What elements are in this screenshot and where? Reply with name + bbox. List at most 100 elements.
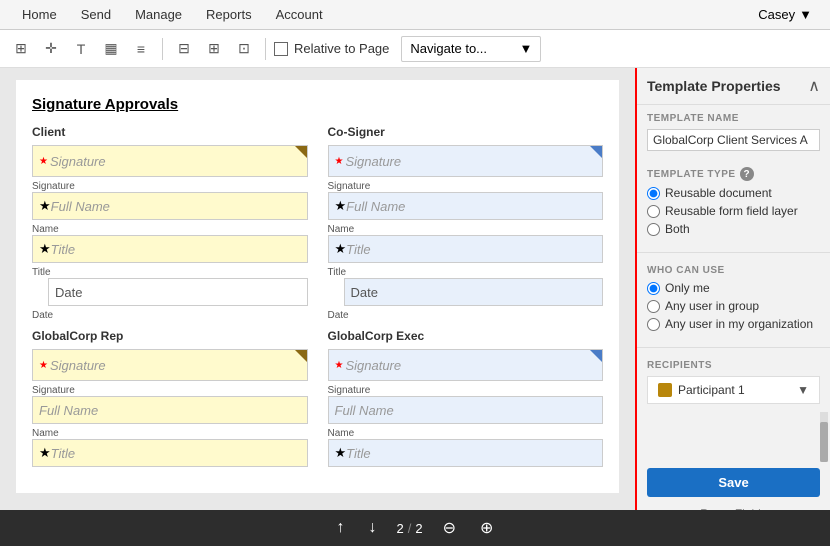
user-menu[interactable]: Casey ▼: [750, 0, 820, 30]
recipients-section: RECIPIENTS Participant 1 ▼: [637, 352, 830, 412]
cosigner-signature-field[interactable]: ★ Signature: [328, 145, 604, 177]
rep-fullname-field[interactable]: Full Name: [32, 396, 308, 424]
title-field-label: Title: [32, 267, 308, 278]
radio-any-group[interactable]: Any user in group: [647, 299, 820, 313]
required-star: ★: [335, 445, 347, 461]
signature-text: Signature: [50, 358, 106, 373]
relative-to-page-toggle[interactable]: Relative to Page: [274, 41, 389, 56]
radio-only-me-input[interactable]: [647, 282, 660, 295]
radio-reusable-form-input[interactable]: [647, 205, 660, 218]
toolbar-btn-6[interactable]: ⊟: [171, 36, 197, 62]
radio-any-group-input[interactable]: [647, 300, 660, 313]
radio-any-org[interactable]: Any user in my organization: [647, 317, 820, 331]
reset-fields-button[interactable]: Reset Fields: [647, 503, 820, 510]
document-inner: Signature Approvals Client ★ Signature S…: [16, 80, 619, 493]
template-name-label: TEMPLATE NAME: [647, 113, 820, 124]
nav-account[interactable]: Account: [264, 0, 335, 30]
required-star: ★: [335, 198, 347, 214]
panel-collapse-button[interactable]: ∧: [808, 76, 820, 96]
zoom-out-button[interactable]: ⊖: [439, 514, 460, 542]
participant-color-swatch: [658, 383, 672, 397]
title-text: Title: [51, 242, 75, 257]
scroll-indicator[interactable]: [820, 412, 828, 462]
radio-both-input[interactable]: [647, 223, 660, 236]
cosigner-title-field[interactable]: ★ Title: [328, 235, 604, 263]
required-star: ★: [39, 241, 51, 257]
current-page: 2: [397, 521, 404, 536]
save-button[interactable]: Save: [647, 468, 820, 497]
toolbar-btn-3[interactable]: T: [68, 36, 94, 62]
fullname-text: Full Name: [335, 403, 394, 418]
radio-any-org-label: Any user in my organization: [665, 317, 813, 331]
radio-reusable-doc-input[interactable]: [647, 187, 660, 200]
template-name-input[interactable]: [647, 129, 820, 151]
toolbar-btn-2[interactable]: ✛: [38, 36, 64, 62]
template-properties-panel: Template Properties ∧ TEMPLATE NAME TEMP…: [635, 68, 830, 510]
nav-reports[interactable]: Reports: [194, 0, 264, 30]
exec-title-field[interactable]: ★ Title: [328, 439, 604, 467]
date-field-label: Date: [32, 310, 308, 321]
client-label: Client: [32, 125, 308, 139]
date-field-label: Date: [328, 310, 604, 321]
client-signature-field[interactable]: ★ Signature: [32, 145, 308, 177]
participant-row[interactable]: Participant 1 ▼: [647, 376, 820, 404]
rep-title-field[interactable]: ★ Title: [32, 439, 308, 467]
cosigner-fullname-field[interactable]: ★ Full Name: [328, 192, 604, 220]
nav-home[interactable]: Home: [10, 0, 69, 30]
rep-signature-field[interactable]: ★ Signature: [32, 349, 308, 381]
panel-header: Template Properties ∧: [637, 68, 830, 105]
user-name: Casey: [758, 7, 795, 22]
required-star: ★: [39, 360, 48, 371]
cosigner-column: Co-Signer ★ Signature Signature ★ Full N…: [328, 125, 604, 321]
page-indicator: 2 / 2: [397, 521, 423, 536]
toolbar-btn-7[interactable]: ⊞: [201, 36, 227, 62]
title-text: Title: [346, 446, 370, 461]
who-can-use-label: WHO CAN USE: [647, 265, 820, 276]
toolbar-btn-1[interactable]: ⊞: [8, 36, 34, 62]
exec-signature-field[interactable]: ★ Signature: [328, 349, 604, 381]
page-down-button[interactable]: ↓: [365, 515, 381, 541]
toolbar-btn-5[interactable]: ≡: [128, 36, 154, 62]
globalcorp-exec-label: GlobalCorp Exec: [328, 329, 604, 343]
sig-field-label: Signature: [32, 385, 308, 396]
nav-send[interactable]: Send: [69, 0, 123, 30]
radio-reusable-doc[interactable]: Reusable document: [647, 186, 820, 200]
toolbar-sep-1: [162, 38, 163, 60]
client-date-field[interactable]: Date: [48, 278, 308, 306]
toolbar-btn-8[interactable]: ⊡: [231, 36, 257, 62]
template-type-section: TEMPLATE TYPE ? Reusable document Reusab…: [637, 159, 830, 248]
navigate-dropdown[interactable]: Navigate to... ▼: [401, 36, 541, 62]
document-title: Signature Approvals: [32, 96, 603, 113]
corner-mark-blue: [590, 350, 602, 362]
template-type-header: TEMPLATE TYPE ?: [647, 167, 820, 181]
recipients-label: RECIPIENTS: [647, 360, 820, 371]
toolbar-btn-4[interactable]: ▦: [98, 36, 124, 62]
radio-both[interactable]: Both: [647, 222, 820, 236]
page-up-button[interactable]: ↑: [333, 515, 349, 541]
toolbar-sep-2: [265, 38, 266, 60]
corner-mark: [295, 146, 307, 158]
relative-to-page-checkbox: [274, 42, 288, 56]
client-column: Client ★ Signature Signature ★ Full Name…: [32, 125, 308, 321]
main-area: Signature Approvals Client ★ Signature S…: [0, 68, 830, 510]
radio-any-org-input[interactable]: [647, 318, 660, 331]
participant-expand-arrow[interactable]: ▼: [797, 383, 809, 397]
toolbar: ⊞ ✛ T ▦ ≡ ⊟ ⊞ ⊡ Relative to Page Navigat…: [0, 30, 830, 68]
required-star: ★: [39, 445, 51, 461]
cosigner-date-field[interactable]: Date: [344, 278, 604, 306]
client-title-field[interactable]: ★ Title: [32, 235, 308, 263]
radio-only-me[interactable]: Only me: [647, 281, 820, 295]
radio-only-me-label: Only me: [665, 281, 710, 295]
template-type-help[interactable]: ?: [740, 167, 754, 181]
zoom-in-button[interactable]: ⊕: [476, 514, 497, 542]
date-text: Date: [55, 285, 82, 300]
participant-name: Participant 1: [678, 383, 797, 397]
nav-manage[interactable]: Manage: [123, 0, 194, 30]
top-nav: Home Send Manage Reports Account Casey ▼: [0, 0, 830, 30]
exec-fullname-field[interactable]: Full Name: [328, 396, 604, 424]
page-separator: /: [408, 521, 412, 536]
client-fullname-field[interactable]: ★ Full Name: [32, 192, 308, 220]
document-area[interactable]: Signature Approvals Client ★ Signature S…: [0, 68, 635, 510]
required-star: ★: [39, 198, 51, 214]
radio-reusable-form[interactable]: Reusable form field layer: [647, 204, 820, 218]
